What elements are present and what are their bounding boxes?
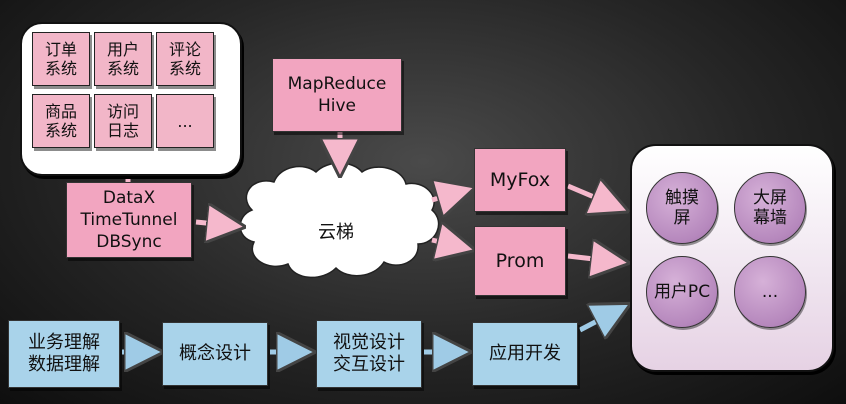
arrow-cloud-to-prom (431, 240, 466, 248)
source-order-system: 订单 系统 (32, 32, 90, 86)
step-concept-design: 概念设计 (162, 322, 268, 386)
display-touchscreen: 触摸 屏 (646, 172, 718, 244)
source-review-system: 评论 系统 (156, 32, 214, 86)
display-user-pc: 用户PC (646, 256, 718, 328)
source-more: ... (156, 94, 214, 148)
compute-box: MapReduce Hive (272, 58, 402, 132)
display-more: ... (734, 256, 806, 328)
ingest-tools-box: DataX TimeTunnel DBSync (66, 182, 192, 258)
diagram-canvas: 订单 系统 用户 系统 评论 系统 商品 系统 访问 日志 ... DataX … (0, 0, 846, 404)
myfox-box: MyFox (474, 148, 566, 212)
cloud-label: 云梯 (318, 222, 354, 243)
prom-box: Prom (474, 226, 566, 296)
step-application-development: 应用开发 (472, 322, 578, 386)
source-access-log: 访问 日志 (94, 94, 152, 148)
arrow-step4-to-displays (578, 308, 622, 330)
source-product-system: 商品 系统 (32, 94, 90, 148)
arrow-myfox-to-displays (567, 186, 620, 208)
step-visual-interaction-design: 视觉设计 交互设计 (316, 320, 422, 388)
source-user-system: 用户 系统 (94, 32, 152, 86)
arrow-ingest-to-cloud (195, 222, 236, 226)
arrow-cloud-to-myfox (431, 190, 466, 200)
arrow-prom-to-displays (567, 256, 620, 262)
step-business-understanding: 业务理解 数据理解 (8, 320, 120, 388)
display-video-wall: 大屏 幕墙 (734, 172, 806, 244)
